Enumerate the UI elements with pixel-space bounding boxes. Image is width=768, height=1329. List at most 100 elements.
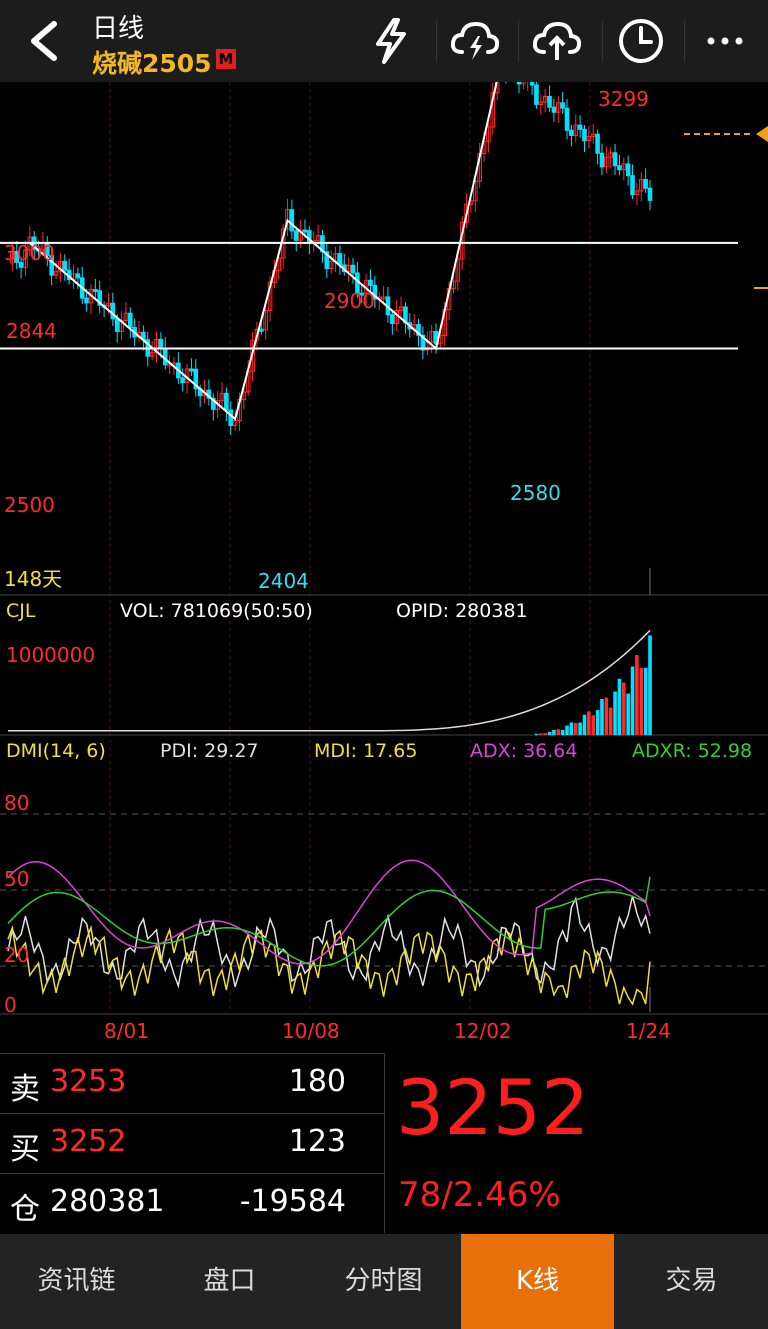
y-label: 20 [4,943,29,967]
vol-value: VOL: 781069(50:50) [120,600,313,622]
chart-overlay [0,82,768,1012]
candle-body [516,82,522,85]
candle-body [647,187,653,201]
candle-body [114,318,120,332]
dmi-series [7,859,651,1006]
volume-bar [565,725,569,735]
candle-body [228,409,234,426]
candle-body [180,377,185,384]
candle-body [368,279,373,286]
volume-bar [613,691,617,735]
candle-body [189,368,194,372]
volume-bar [643,667,648,735]
buy-volume: 123 [288,1124,346,1159]
tab-order-book[interactable]: 盘口 [153,1234,306,1329]
more-icon[interactable] [698,14,752,68]
candle-body [560,102,565,109]
volume-bar [617,678,622,735]
candle-body [110,302,116,320]
last-price: 3252 [396,1063,590,1152]
candle-body [293,230,299,241]
oi-change: -19584 [239,1184,346,1219]
header-divider [518,20,519,62]
quote-divider [384,1053,385,1233]
volume-bar [595,710,600,735]
x-label: 12/02 [454,1019,512,1043]
sell-volume: 180 [288,1064,346,1099]
tab-news-chain[interactable]: 资讯链 [0,1234,153,1329]
oi-label: 仓 [10,1192,40,1227]
volume-bar [587,711,591,735]
page-title: 日线 [92,14,145,44]
header: 日线 烧碱2505 M [0,0,768,82]
candle-body [529,82,535,86]
volume-bar [591,715,596,735]
candle-body [84,297,89,304]
price-change: 78/2.46% [398,1175,561,1215]
y-label: 3000 [4,241,55,265]
tab-trade[interactable]: 交易 [615,1234,768,1329]
x-label: 8/01 [104,1019,149,1043]
candle-body [577,124,583,130]
tab-kline[interactable]: K线 [461,1234,614,1329]
volume-bar [552,729,556,735]
candle-body [75,273,81,279]
volume-indicator-label: CJL [6,600,36,622]
buy-price: 3252 [50,1124,127,1159]
kline-chart[interactable]: 3000 2500 148天 2844 2900 2404 2580 3299 … [0,82,768,1053]
volume-bar [639,667,644,735]
sell-row[interactable]: 卖 3253 180 [0,1053,384,1112]
volume-series [8,629,652,735]
candle-body [617,165,622,171]
candle-body [350,264,356,274]
last-price-arrow [756,126,768,142]
candle-body [302,229,308,233]
candle-body [547,95,552,108]
candle-body [127,312,133,328]
candle-body [630,175,635,196]
x-label: 10/08 [282,1019,340,1043]
candle-body [595,133,600,154]
annotation-2844: 2844 [6,319,57,343]
sell-price: 3253 [50,1064,127,1099]
candle-body [158,338,164,349]
annotation-3299: 3299 [598,87,649,111]
volume-bar [573,722,578,735]
cloud-upload-icon[interactable] [530,14,584,68]
oi-value: 280381 [50,1184,165,1219]
dmi-line-adx [7,859,651,965]
back-arrow-icon[interactable] [20,16,70,66]
candle-body [569,129,574,136]
clock-icon[interactable] [614,14,668,68]
chart-grid [0,82,768,1015]
tab-intraday[interactable]: 分时图 [307,1234,460,1329]
candle-body [599,152,605,168]
quote-panel: 卖 3253 180 买 3252 123 仓 280381 -19584 32… [0,1053,768,1233]
sell-label: 卖 [10,1072,40,1107]
buy-row[interactable]: 买 3252 123 [0,1113,384,1172]
volume-bar [626,693,630,735]
volume-bar [604,697,609,735]
volume-bar [630,666,635,735]
y-label: 2500 [4,493,55,517]
lightning-icon[interactable] [364,14,418,68]
open-interest-line [8,629,651,732]
candle-body [62,260,68,271]
symbol-name: 烧碱2505 [92,49,212,78]
volume-bar [582,714,587,735]
dmi-indicator-label: DMI(14, 6) [6,740,106,762]
cloud-lightning-icon[interactable] [448,14,502,68]
adx-value: ADX: 36.64 [470,740,577,762]
trend-line [29,82,498,421]
candle-body [534,84,539,105]
open-interest-row[interactable]: 仓 280381 -19584 [0,1173,384,1232]
volume-bar [569,722,574,735]
y-label: 80 [4,791,29,815]
candle-body [162,347,168,366]
candle-body [582,128,587,142]
volume-bar [600,698,604,735]
y-label: 50 [4,867,29,891]
candle-body [259,328,264,332]
volume-bar [635,655,639,735]
candle-body [289,209,295,232]
